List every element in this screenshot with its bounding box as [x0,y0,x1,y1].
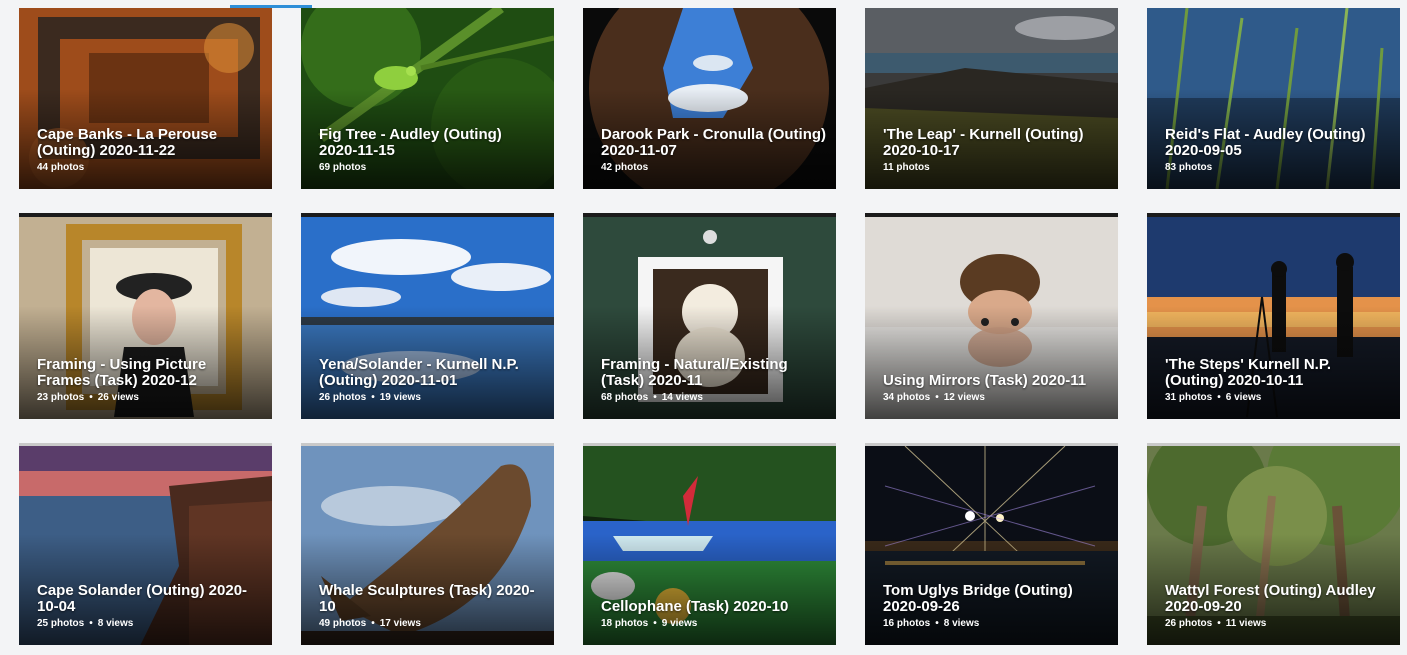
photo-count: 31 photos [1165,392,1213,403]
album-title: Cape Banks - La Perouse (Outing) 2020-11… [37,126,218,159]
album-card[interactable]: Cape Banks - La Perouse (Outing) 2020-11… [19,8,272,189]
album-title: Framing - Using Picture Frames (Task) 20… [37,356,207,389]
view-count: 8 views [97,618,134,629]
photo-count: 34 photos [883,392,931,403]
photo-count: 42 photos [601,162,649,173]
album-card[interactable]: Tom Uglys Bridge (Outing) 2020-09-26 16 … [865,443,1118,645]
view-count: 17 views [379,618,421,629]
album-card[interactable]: Fig Tree - Audley (Outing) 2020-11-15 69… [301,8,554,189]
album-title: Whale Sculptures (Task) 2020-10 [319,582,535,615]
album-title: Tom Uglys Bridge (Outing) 2020-09-26 [883,582,1073,615]
album-grid: Cape Banks - La Perouse (Outing) 2020-11… [19,8,1400,645]
album-title: Fig Tree - Audley (Outing) 2020-11-15 [319,126,502,159]
view-count: 6 views [1225,392,1262,403]
album-card[interactable]: Cellophane (Task) 2020-10 18 photos • 9 vi… [583,443,836,645]
album-card[interactable]: Framing - Using Picture Frames (Task) 20… [19,213,272,419]
view-count: 26 views [97,392,139,403]
top-tab-bar [0,0,1407,8]
photo-count: 25 photos [37,618,85,629]
album-title: Yena/Solander - Kurnell N.P. (Outing) 20… [319,356,519,389]
photo-count: 26 photos [1165,618,1213,629]
album-card[interactable]: Using Mirrors (Task) 2020-11 34 photos • 1… [865,213,1118,419]
album-card[interactable]: Wattyl Forest (Outing) Audley 2020-09-20… [1147,443,1400,645]
view-count: 12 views [943,392,985,403]
photo-count: 68 photos [601,392,649,403]
album-title: Framing - Natural/Existing (Task) 2020-1… [601,356,788,389]
photo-count: 69 photos [319,162,367,173]
album-card[interactable]: Reid's Flat - Audley (Outing) 2020-09-05… [1147,8,1400,189]
album-title: 'The Steps' Kurnell N.P. (Outing) 2020-1… [1165,356,1332,389]
album-card[interactable]: Cape Solander (Outing) 2020-10-04 25 pho… [19,443,272,645]
album-title: Wattyl Forest (Outing) Audley 2020-09-20 [1165,582,1376,615]
photo-count: 49 photos [319,618,367,629]
album-title: Darook Park - Cronulla (Outing) 2020-11-… [601,126,827,159]
album-card[interactable]: Whale Sculptures (Task) 2020-10 49 photo… [301,443,554,645]
photo-count: 26 photos [319,392,367,403]
album-title: 'The Leap' - Kurnell (Outing) 2020-10-17 [883,126,1084,159]
photo-count: 18 photos [601,618,649,629]
album-card[interactable]: Darook Park - Cronulla (Outing) 2020-11-… [583,8,836,189]
photo-count: 83 photos [1165,162,1213,173]
album-title: Cellophane (Task) 2020-10 [601,598,789,615]
album-card[interactable]: Framing - Natural/Existing (Task) 2020-1… [583,213,836,419]
photo-count: 11 photos [883,162,930,173]
album-card[interactable]: 'The Leap' - Kurnell (Outing) 2020-10-17… [865,8,1118,189]
view-count: 14 views [661,392,703,403]
photo-count: 44 photos [37,162,85,173]
album-title: Reid's Flat - Audley (Outing) 2020-09-05 [1165,126,1366,159]
album-card[interactable]: Yena/Solander - Kurnell N.P. (Outing) 20… [301,213,554,419]
album-card[interactable]: 'The Steps' Kurnell N.P. (Outing) 2020-1… [1147,213,1400,419]
photo-count: 16 photos [883,618,931,629]
album-title: Cape Solander (Outing) 2020-10-04 [37,582,248,615]
view-count: 19 views [379,392,421,403]
album-title: Using Mirrors (Task) 2020-11 [883,372,1087,389]
photo-count: 23 photos [37,392,85,403]
view-count: 8 views [943,618,980,629]
view-count: 11 views [1225,618,1267,629]
view-count: 9 views [661,618,698,629]
